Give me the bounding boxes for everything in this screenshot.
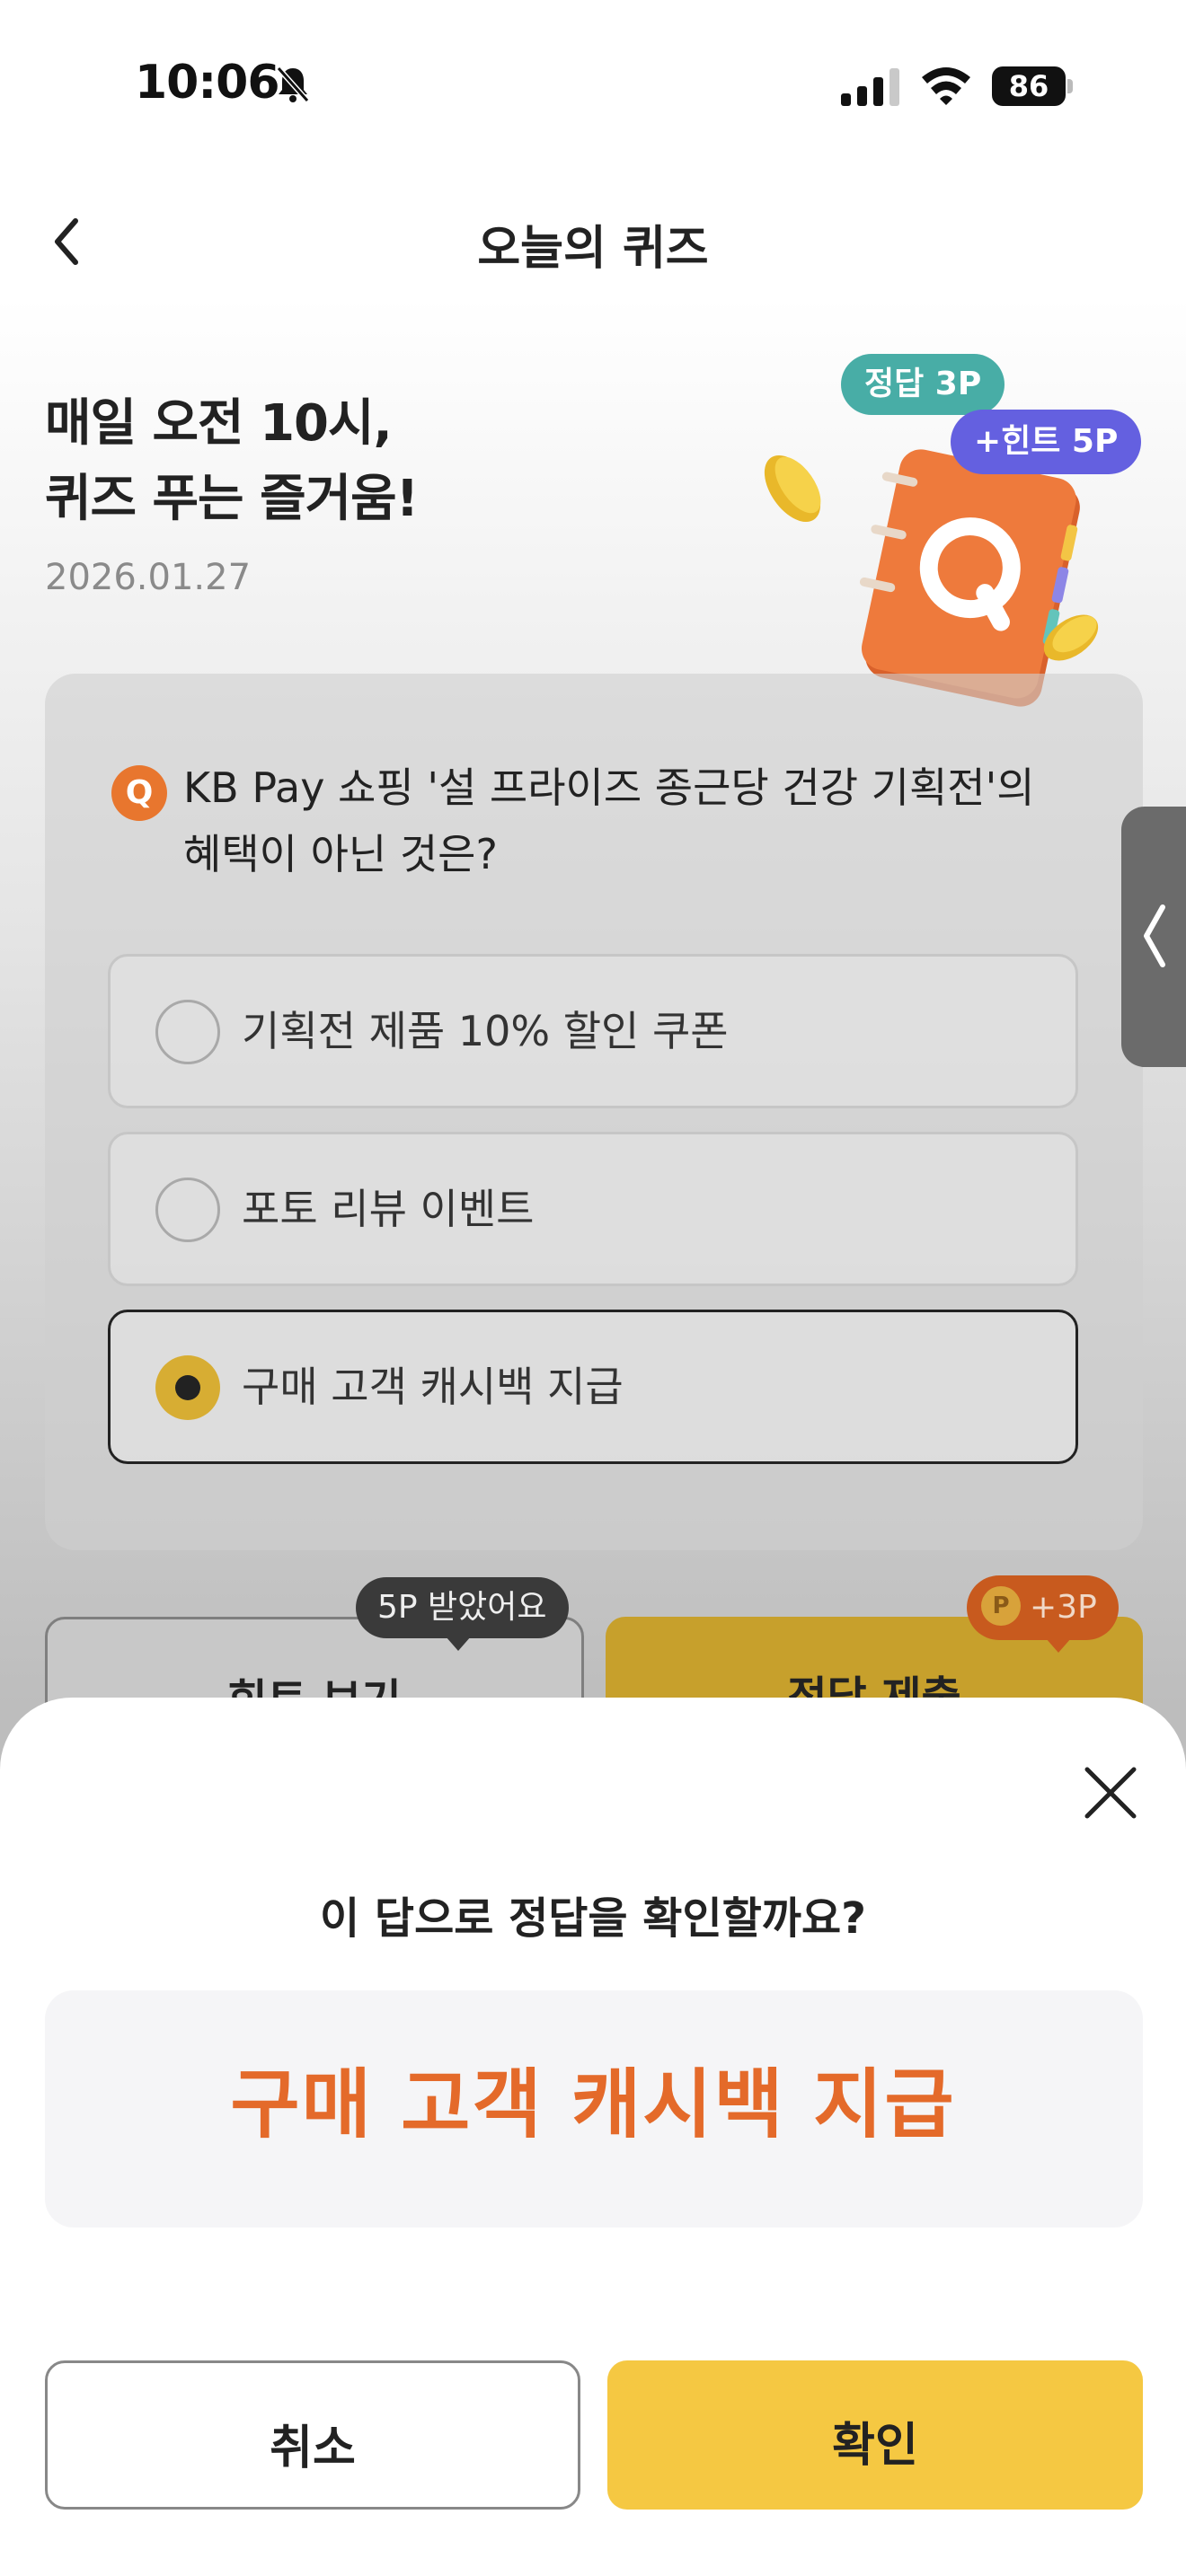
battery-indicator: 86 bbox=[992, 66, 1075, 106]
option-label: 포토 리뷰 이벤트 bbox=[242, 1185, 535, 1233]
hint-points-tag: +힌트 5P bbox=[951, 410, 1142, 474]
answer-points-tag: 정답 3P bbox=[841, 354, 1005, 415]
hint-reward-tooltip: 5P 받았어요 bbox=[356, 1577, 569, 1651]
quiz-option-1[interactable]: 기획전 제품 10% 할인 쿠폰 bbox=[108, 954, 1078, 1108]
headline-line-1: 매일 오전 10시, bbox=[45, 394, 393, 453]
side-panel-handle[interactable] bbox=[1121, 807, 1186, 1067]
wifi-icon bbox=[922, 67, 970, 105]
question-text: KB Pay 쇼핑 '설 프라이즈 종근당 건강 기획전'의 혜택이 아닌 것은… bbox=[183, 763, 1035, 878]
selected-answer-text: 구매 고객 캐시백 지급 bbox=[230, 2060, 956, 2148]
quiz-date: 2026.01.27 bbox=[45, 557, 252, 598]
page-title: 오늘의 퀴즈 bbox=[477, 222, 709, 276]
confirm-button-label: 확인 bbox=[832, 2419, 918, 2473]
submit-reward-text: +3P bbox=[1030, 1589, 1097, 1626]
close-icon[interactable] bbox=[1075, 1757, 1146, 1829]
confirm-title: 이 답으로 정답을 확인할까요? bbox=[320, 1893, 866, 1944]
silent-bell-icon bbox=[276, 66, 310, 102]
radio-button-selected[interactable] bbox=[155, 1355, 220, 1420]
submit-reward-tooltip: P +3P bbox=[967, 1575, 1119, 1653]
headline-line-2: 퀴즈 푸는 즐거움! bbox=[45, 470, 419, 528]
confirm-button[interactable]: 확인 bbox=[607, 2360, 1143, 2510]
battery-tip bbox=[1067, 79, 1073, 93]
status-time: 10:06 bbox=[135, 56, 280, 110]
radio-button[interactable] bbox=[155, 1178, 220, 1242]
option-label: 구매 고객 캐시백 지급 bbox=[242, 1363, 624, 1411]
question-badge: Q bbox=[111, 765, 167, 821]
quiz-option-3[interactable]: 구매 고객 캐시백 지급 bbox=[108, 1310, 1078, 1464]
cancel-button-label: 취소 bbox=[270, 2422, 356, 2475]
headline: 매일 오전 10시, 퀴즈 푸는 즐거움! bbox=[45, 386, 419, 537]
quiz-option-2[interactable]: 포토 리뷰 이벤트 bbox=[108, 1132, 1078, 1286]
cancel-button[interactable]: 취소 bbox=[45, 2360, 580, 2510]
cellular-signal-icon bbox=[841, 68, 899, 106]
point-coin-icon: P bbox=[981, 1586, 1021, 1626]
status-bar: 10:06 86 bbox=[0, 0, 1186, 171]
option-label: 기획전 제품 10% 할인 쿠폰 bbox=[242, 1007, 729, 1055]
battery-level: 86 bbox=[992, 66, 1066, 106]
radio-button[interactable] bbox=[155, 1000, 220, 1064]
quiz-screen: 10:06 86 오늘의 퀴즈 매일 오전 10시, 퀴즈 푸는 즐거움! 20… bbox=[0, 0, 1186, 2576]
chevron-left-icon bbox=[1144, 904, 1165, 967]
